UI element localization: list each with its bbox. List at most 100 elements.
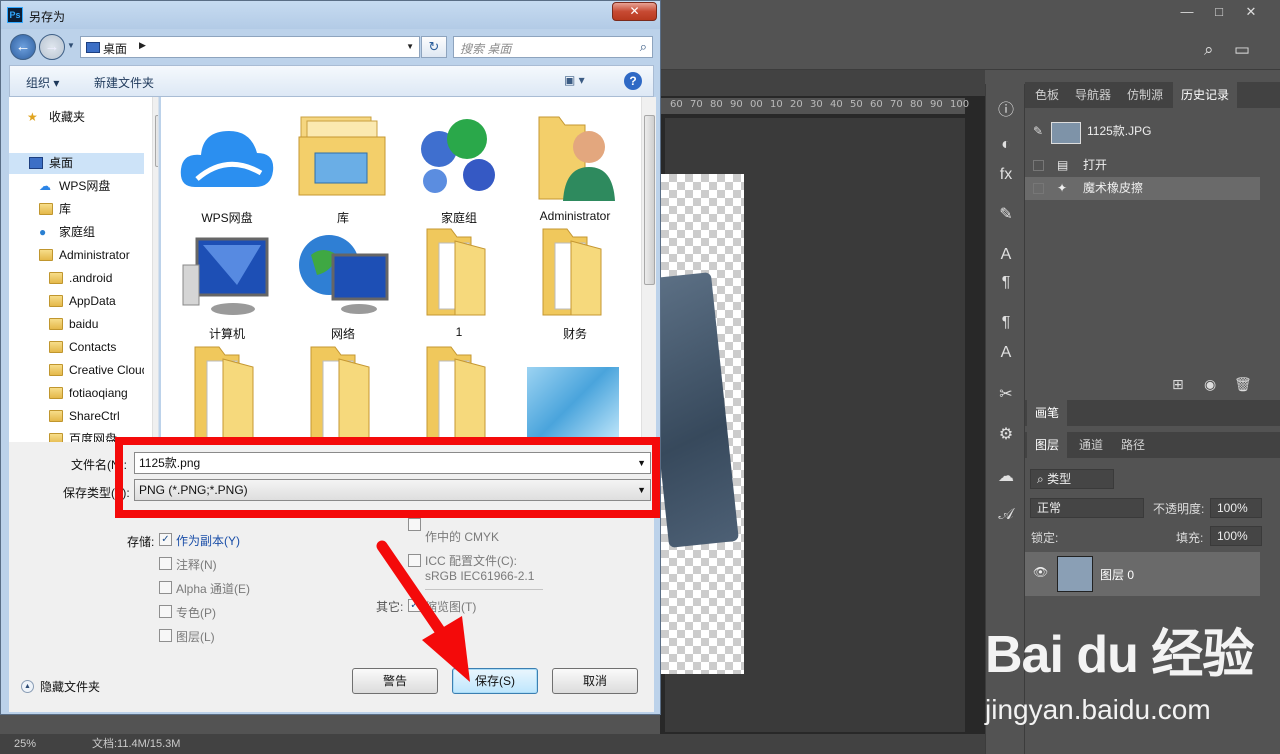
tool-presets-icon[interactable]: ✂ (986, 384, 1026, 404)
step-checkbox[interactable] (1033, 160, 1044, 171)
back-arrow-icon[interactable]: ← (10, 34, 36, 60)
trash-icon[interactable]: 🗑 (1234, 376, 1252, 393)
file-tile-folder[interactable] (171, 339, 283, 442)
save-button[interactable]: 保存(S) (452, 668, 538, 694)
paragraph-icon[interactable]: ¶ (986, 274, 1026, 292)
new-document-icon[interactable]: ⊞ (1172, 376, 1184, 393)
notes-label: 注释(N) (176, 558, 217, 572)
tab-paths[interactable]: 路径 (1113, 432, 1153, 458)
close-window-button[interactable]: ✕ (1236, 2, 1266, 22)
styles-icon[interactable]: fx (986, 166, 1026, 184)
camera-icon[interactable]: ◉ (1204, 376, 1216, 393)
address-dropdown-icon[interactable]: ▼ (406, 42, 414, 51)
tab-layers[interactable]: 图层 (1027, 432, 1068, 458)
history-dropdown-icon[interactable]: ▼ (67, 41, 75, 50)
file-tile-homegroup[interactable]: 家庭组 (403, 105, 515, 225)
workspace-icon[interactable]: ▭ (1234, 40, 1250, 60)
forward-arrow-icon[interactable]: → (39, 34, 65, 60)
tab-brush[interactable]: 画笔 (1027, 400, 1068, 426)
watermark-url: jingyan.baidu.com (985, 694, 1211, 725)
nav-scrollbar[interactable] (152, 97, 158, 442)
nav-label: WPS网盘 (59, 179, 111, 193)
layer-row[interactable]: 👁 图层 0 (1025, 552, 1260, 596)
command-bar: 组织 ▾ 新建文件夹 ▣ ▾ ? (9, 65, 654, 97)
nav-label: baidu (69, 317, 99, 331)
nav-item-favorites[interactable]: ★ 收藏夹 (9, 107, 144, 128)
document-tab[interactable] (660, 70, 985, 96)
nav-scroll-thumb[interactable] (155, 115, 158, 167)
nav-item-sharectrl[interactable]: ShareCtrl (9, 406, 144, 427)
zoom-level[interactable]: 25% (14, 734, 36, 754)
history-step-active[interactable]: ✦ 魔术橡皮擦 (1025, 177, 1260, 200)
help-icon[interactable]: ? (624, 72, 642, 90)
character-styles-icon[interactable]: A (986, 344, 1026, 362)
file-list-scrollbar[interactable] (641, 97, 656, 442)
maximize-button[interactable]: □ (1204, 2, 1234, 22)
tab-history[interactable]: 历史记录 (1173, 82, 1238, 108)
new-folder-button[interactable]: 新建文件夹 (94, 74, 154, 91)
adjustments-icon[interactable]: ◐ (986, 136, 1026, 154)
thumbnail-checkbox[interactable]: ✓ (408, 599, 421, 612)
file-tile-image[interactable] (519, 339, 631, 442)
breadcrumb-chevron-icon[interactable]: ▶ (139, 40, 146, 51)
properties-icon[interactable]: ⚙ (986, 424, 1026, 444)
spot-checkbox[interactable] (159, 605, 172, 618)
nav-item-library[interactable]: 库 (9, 199, 144, 220)
minimize-button[interactable]: — (1172, 2, 1202, 22)
search-icon[interactable]: ⌕ (1204, 40, 1214, 60)
file-tile-network[interactable]: 网络 (287, 221, 399, 341)
alpha-checkbox[interactable] (159, 581, 172, 594)
notes-checkbox[interactable] (159, 557, 172, 570)
tab-swatches[interactable]: 色板 (1027, 82, 1067, 108)
file-tile-folder[interactable] (287, 339, 399, 442)
nav-item-administrator[interactable]: Administrator (9, 245, 144, 266)
file-tile-computer[interactable]: 计算机 (171, 221, 283, 341)
file-scroll-thumb[interactable] (644, 115, 655, 285)
file-tile-finance[interactable]: 财务 (519, 221, 631, 341)
step-checkbox[interactable] (1033, 183, 1044, 194)
refresh-button[interactable]: ↻ (421, 36, 447, 58)
view-options-icon[interactable]: ▣ ▾ (564, 73, 585, 87)
tab-channels[interactable]: 通道 (1071, 432, 1111, 458)
cmyk-checkbox[interactable] (408, 518, 421, 531)
opacity-field[interactable]: 100% (1210, 498, 1262, 518)
cancel-button[interactable]: 取消 (552, 668, 638, 694)
organize-button[interactable]: 组织 ▾ (26, 74, 59, 91)
history-snapshot[interactable]: ✎ 1125款.JPG (1025, 120, 1260, 146)
close-button[interactable]: ✕ (612, 2, 657, 21)
fill-field[interactable]: 100% (1210, 526, 1262, 546)
nav-item-android[interactable]: .android (9, 268, 144, 289)
nav-item-creative-cloud[interactable]: Creative Cloud (9, 360, 144, 381)
search-input[interactable]: 搜索 桌面 ⌕ (453, 36, 653, 58)
info-icon[interactable]: ⓘ (986, 96, 1026, 120)
brush-settings-icon[interactable]: ✎ (986, 204, 1026, 224)
address-bar[interactable]: 桌面 ▶ ▼ (80, 36, 420, 58)
layer-filter-select[interactable]: ⌕ 类型 (1030, 469, 1114, 489)
file-tile-administrator[interactable]: Administrator (519, 105, 631, 223)
visibility-eye-icon[interactable]: 👁 (1033, 565, 1048, 579)
libraries-icon[interactable]: ☁ (986, 466, 1026, 486)
warning-button[interactable]: 警告 (352, 668, 438, 694)
search-icon[interactable]: ⌕ (640, 39, 647, 55)
icc-checkbox[interactable] (408, 554, 421, 567)
file-tile-folder[interactable] (403, 339, 515, 442)
tab-navigator[interactable]: 导航器 (1067, 82, 1119, 108)
tab-clone-source[interactable]: 仿制源 (1119, 82, 1171, 108)
nav-item-baidu[interactable]: baidu (9, 314, 144, 335)
nav-item-contacts[interactable]: Contacts (9, 337, 144, 358)
glyphs-icon[interactable]: 𝒜 (986, 506, 1026, 524)
blend-mode-select[interactable]: 正常 (1030, 498, 1144, 518)
layers-checkbox[interactable] (159, 629, 172, 642)
nav-item-wps[interactable]: ☁ WPS网盘 (9, 176, 144, 197)
character-icon[interactable]: A (986, 246, 1026, 264)
paragraph-styles-icon[interactable]: ¶ (986, 314, 1026, 332)
file-tile-folder-1[interactable]: 1 (403, 221, 515, 339)
nav-item-appdata[interactable]: AppData (9, 291, 144, 312)
nav-item-homegroup[interactable]: ● 家庭组 (9, 222, 144, 243)
file-tile-library[interactable]: 库 (287, 105, 399, 225)
history-step[interactable]: ▤ 打开 (1025, 154, 1260, 177)
as-copy-checkbox[interactable]: ✓ (159, 533, 172, 546)
nav-item-desktop[interactable]: 桌面 (9, 153, 144, 174)
file-tile-wps[interactable]: WPS网盘 (171, 105, 283, 225)
nav-item-fotiaoqiang[interactable]: fotiaoqiang (9, 383, 144, 404)
